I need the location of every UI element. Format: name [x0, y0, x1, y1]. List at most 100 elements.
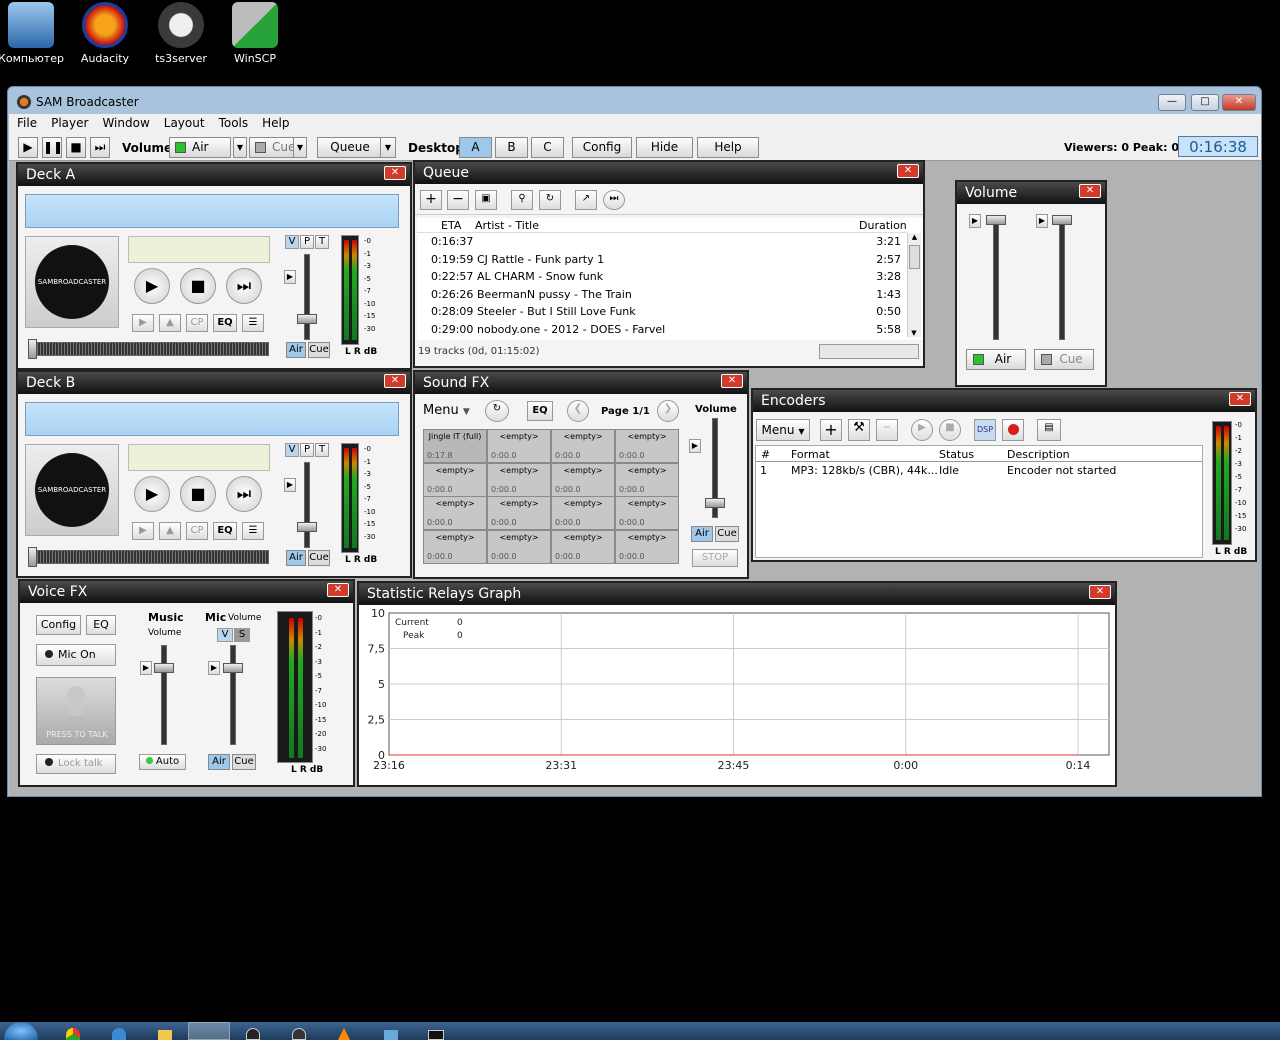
- soundfx-slot[interactable]: <empty> 0:00.0: [615, 462, 679, 497]
- deck-a-cp-button[interactable]: CP: [186, 314, 208, 332]
- queue-dropdown[interactable]: ▼: [380, 137, 396, 158]
- soundfx-slot[interactable]: Jingle IT (full) 0:17.8: [423, 429, 487, 463]
- deck-a-air-button[interactable]: Air: [286, 342, 306, 358]
- queue-row[interactable]: 0:26:26 BeermanN pussy - The Train 1:43: [417, 286, 907, 303]
- volume-air-fader[interactable]: [986, 215, 1006, 225]
- menu-window[interactable]: Window: [94, 114, 155, 130]
- queue-scrollbar[interactable]: ▲ ▼: [907, 233, 921, 337]
- col-duration[interactable]: Duration: [859, 219, 907, 232]
- encoders-dsp-button[interactable]: DSP: [974, 419, 996, 441]
- encoders-header[interactable]: Encoders ✕: [753, 390, 1255, 412]
- queue-export-button[interactable]: ↗: [575, 190, 597, 210]
- col-artist-title[interactable]: Artist - Title: [475, 219, 539, 232]
- play-button[interactable]: ▶: [18, 137, 38, 158]
- press-to-talk-button[interactable]: PRESS TO TALK: [36, 677, 116, 745]
- deck-a-rewind-button[interactable]: ▶: [132, 314, 154, 332]
- desktop-icon-audacity[interactable]: Audacity: [70, 2, 140, 65]
- deck-a-progress-bar[interactable]: [28, 342, 269, 356]
- explorer-taskbar-icon[interactable]: [158, 1030, 172, 1040]
- vlc-taskbar-icon[interactable]: [338, 1028, 350, 1040]
- menu-layout[interactable]: Layout: [156, 114, 211, 130]
- mic-s-button[interactable]: S: [234, 628, 250, 642]
- hide-button[interactable]: Hide: [636, 137, 693, 158]
- deck-b-header[interactable]: Deck B ✕: [18, 372, 410, 394]
- soundfx-prev-page-button[interactable]: ❮: [567, 400, 589, 422]
- ie-taskbar-icon[interactable]: [112, 1028, 126, 1040]
- soundfx-menu-button[interactable]: Menu ▼: [423, 403, 470, 418]
- queue-row[interactable]: 0:16:37 3:21: [417, 233, 907, 250]
- deck-b-play-button[interactable]: ▶: [134, 476, 170, 512]
- mic-volume-arrow[interactable]: ▶: [208, 661, 220, 675]
- music-volume-arrow[interactable]: ▶: [140, 661, 152, 675]
- deck-b-progress-handle[interactable]: [28, 547, 37, 567]
- deck-a-play-button[interactable]: ▶: [134, 268, 170, 304]
- queue-row[interactable]: 0:28:09 Steeler - But I Still Love Funk 0:…: [417, 303, 907, 320]
- encoders-stop-button[interactable]: ■: [939, 419, 961, 441]
- menu-help[interactable]: Help: [254, 114, 295, 130]
- deck-a-p-button[interactable]: P: [300, 235, 314, 249]
- mic-on-button[interactable]: Mic On: [36, 644, 116, 666]
- queue-skip-button[interactable]: ⏭: [603, 190, 625, 210]
- deck-b-next-button[interactable]: ⏭: [226, 476, 262, 512]
- voicefx-header[interactable]: Voice FX ✕: [20, 581, 353, 603]
- deck-a-header[interactable]: Deck A ✕: [18, 164, 410, 186]
- stats-close-button[interactable]: ✕: [1089, 585, 1111, 599]
- encoders-record-button[interactable]: [1002, 419, 1024, 441]
- col-format[interactable]: Format: [791, 448, 830, 461]
- soundfx-slot[interactable]: <empty> 0:00.0: [615, 529, 679, 564]
- soundfx-slot[interactable]: <empty> 0:00.0: [615, 429, 679, 463]
- auto-button[interactable]: Auto: [139, 754, 186, 770]
- soundfx-slot[interactable]: <empty> 0:00.0: [551, 462, 615, 497]
- deck-b-eject-button[interactable]: ▲: [159, 522, 181, 540]
- deck-b-v-button[interactable]: V: [285, 443, 299, 457]
- volume-air-button[interactable]: Air: [966, 349, 1026, 370]
- soundfx-slot[interactable]: <empty> 0:00.0: [487, 462, 551, 497]
- queue-search-button[interactable]: ⚲: [511, 190, 533, 210]
- deck-b-rewind-button[interactable]: ▶: [132, 522, 154, 540]
- encoders-stats-button[interactable]: ▤: [1037, 419, 1061, 441]
- queue-add-button[interactable]: +: [420, 190, 442, 210]
- soundfx-next-page-button[interactable]: ❯: [657, 400, 679, 422]
- soundfx-stop-button[interactable]: STOP: [692, 549, 738, 567]
- soundfx-close-button[interactable]: ✕: [721, 374, 743, 388]
- soundfx-slot[interactable]: <empty> 0:00.0: [423, 462, 487, 497]
- voicefx-cue-button[interactable]: Cue: [232, 754, 256, 770]
- queue-remove-button[interactable]: −: [447, 190, 469, 210]
- desktop-c-button[interactable]: C: [531, 137, 564, 158]
- deck-a-eject-button[interactable]: ▲: [159, 314, 181, 332]
- deck-b-stop-button[interactable]: ■: [180, 476, 216, 512]
- volume-cue-arrow[interactable]: ▶: [1036, 214, 1048, 228]
- air-dropdown[interactable]: ▼: [233, 137, 247, 158]
- minimize-button[interactable]: —: [1158, 94, 1186, 111]
- scroll-up-icon[interactable]: ▲: [908, 233, 921, 241]
- soundfx-slot[interactable]: <empty> 0:00.0: [551, 429, 615, 463]
- menu-tools[interactable]: Tools: [211, 114, 255, 130]
- desktop-a-button[interactable]: A: [459, 137, 492, 158]
- deck-a-volume-fader[interactable]: [297, 314, 317, 324]
- deck-a-eq-button[interactable]: EQ: [213, 314, 237, 332]
- cmd-taskbar-icon[interactable]: [428, 1030, 444, 1040]
- voicefx-config-button[interactable]: Config: [36, 615, 81, 635]
- mic-volume-fader[interactable]: [223, 663, 243, 673]
- soundfx-slot[interactable]: <empty> 0:00.0: [423, 496, 487, 530]
- volume-close-button[interactable]: ✕: [1079, 184, 1101, 198]
- soundfx-eq-button[interactable]: EQ: [527, 401, 553, 421]
- maximize-button[interactable]: □: [1191, 94, 1219, 111]
- ts3-taskbar-icon[interactable]: [246, 1028, 260, 1040]
- menu-player[interactable]: Player: [43, 114, 94, 130]
- voicefx-close-button[interactable]: ✕: [327, 583, 349, 597]
- menu-file[interactable]: File: [9, 114, 43, 130]
- deck-b-cue-button[interactable]: Cue: [308, 550, 330, 566]
- deck-b-volume-fader[interactable]: [297, 522, 317, 532]
- soundfx-slot[interactable]: <empty> 0:00.0: [487, 496, 551, 530]
- air-button[interactable]: Air: [169, 137, 231, 158]
- soundfx-slot[interactable]: <empty> 0:00.0: [615, 496, 679, 530]
- start-button[interactable]: [4, 1022, 38, 1040]
- deck-b-pitch-arrow[interactable]: ▶: [284, 478, 296, 492]
- soundfx-slot[interactable]: <empty> 0:00.0: [551, 496, 615, 530]
- deck-b-progress-bar[interactable]: [28, 550, 269, 564]
- deck-a-playlist-button[interactable]: ☰: [242, 314, 264, 332]
- queue-row[interactable]: 0:29:00 nobody.one - 2012 - DOES - Farvel…: [417, 321, 907, 338]
- col-num[interactable]: #: [761, 448, 770, 461]
- deck-b-p-button[interactable]: P: [300, 443, 314, 457]
